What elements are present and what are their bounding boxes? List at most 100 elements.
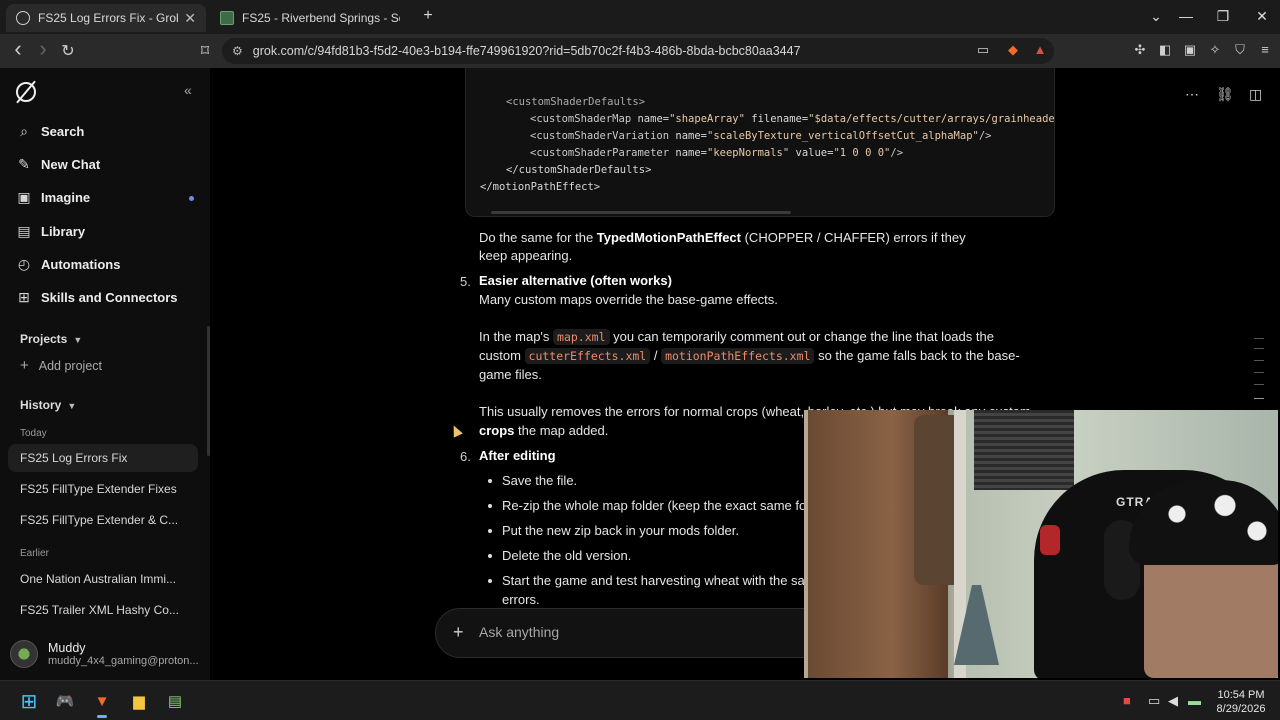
step-title: Easier alternative (often works) — [479, 273, 672, 288]
paragraph: custom cutterEffects.xml / motionPathEff… — [479, 348, 1020, 364]
paragraph: Do the same for the TypedMotionPathEffec… — [479, 230, 966, 245]
reload-button[interactable]: ↻ — [58, 41, 78, 61]
history-item[interactable]: FS25 Log Errors Fix — [8, 444, 198, 472]
new-tab-button[interactable]: + — [418, 7, 438, 25]
wallet-icon[interactable]: ▣ — [1182, 42, 1198, 58]
projects-header[interactable]: Projects ▼ — [20, 332, 82, 346]
sidebar-item-label: Imagine — [41, 189, 91, 205]
browser-tab-strip: FS25 Log Errors Fix - Grok ✕ FS25 - Rive… — [0, 0, 1280, 34]
more-options-icon[interactable]: ⋯ — [1185, 86, 1199, 103]
leo-ai-icon[interactable]: ✧ — [1207, 42, 1223, 58]
sidebar-item-skills[interactable]: ⊞ Skills and Connectors — [16, 286, 177, 308]
paragraph-cont: keep appearing. — [479, 248, 573, 263]
notepad-icon[interactable]: ▤ — [162, 688, 188, 714]
history-item[interactable]: FS25 FillType Extender & C... — [8, 506, 198, 534]
tab-riverbend[interactable]: FS25 - Riverbend Springs - Squigglze — [210, 4, 410, 32]
forward-button[interactable]: › — [33, 36, 53, 62]
minimap-mark — [1254, 360, 1264, 361]
connectors-icon: ⊞ — [18, 288, 30, 305]
code-line: <customShaderDefaults> — [506, 96, 646, 108]
game-controller-icon[interactable]: 🎮 — [52, 688, 78, 714]
collapse-sidebar-icon[interactable]: « — [184, 82, 192, 98]
site-settings-icon[interactable]: ⚙ — [232, 44, 243, 58]
minimap-mark — [1254, 348, 1264, 349]
vpn-icon[interactable]: ⛉ — [1232, 42, 1248, 58]
cast-icon[interactable]: ▭ — [975, 42, 991, 58]
list-item: Re-zip the whole map folder (keep the ex… — [502, 498, 807, 513]
close-window-button[interactable]: ✕ — [1252, 8, 1272, 25]
bullet-dot — [488, 529, 492, 533]
tab-title: FS25 Log Errors Fix - Grok — [38, 11, 179, 25]
list-number: 6. — [460, 449, 471, 464]
inline-code: motionPathEffects.xml — [661, 348, 815, 364]
minimap-mark — [1254, 338, 1264, 339]
search-icon: ⌕ — [20, 122, 28, 139]
code-block: <customShaderDefaults> <customShaderMap … — [465, 68, 1055, 217]
grok-logo-icon[interactable] — [16, 82, 36, 102]
bullet-dot — [488, 479, 492, 483]
sidebar-item-label: New Chat — [41, 156, 101, 172]
browser-toolbar: ‹ › ↻ ⌑ ⚙ grok.com/c/94fd81b3-f5d2-40e3-… — [0, 34, 1280, 68]
tab-search-dropdown-icon[interactable]: ⌄ — [1146, 8, 1166, 25]
tab-close-icon[interactable]: ✕ — [184, 10, 196, 27]
sidebar-item-new-chat[interactable]: ✎ New Chat — [16, 153, 100, 175]
battery-icon[interactable]: ▬ — [1188, 693, 1201, 708]
bullet-dot — [488, 579, 492, 583]
new-indicator-dot — [189, 196, 194, 201]
windows-start-icon[interactable]: ⊞ — [16, 688, 42, 714]
sidebar-item-label: Search — [41, 123, 85, 139]
share-link-icon[interactable]: ⛓ — [1216, 86, 1234, 103]
panel-toggle-icon[interactable]: ◫ — [1249, 86, 1262, 103]
webcam-overlay: GTRAC — [804, 410, 1278, 678]
volume-icon[interactable]: ◀ — [1168, 693, 1178, 709]
step-title: After editing — [479, 448, 556, 463]
extensions-icon[interactable]: ✣ — [1132, 42, 1148, 58]
inline-code: map.xml — [553, 329, 610, 345]
brave-browser-icon[interactable]: ▼ — [89, 688, 115, 718]
webcam-blind — [974, 410, 1074, 490]
code-line: <customShaderParameter name="keepNormals… — [530, 147, 904, 159]
history-item[interactable]: FS25 Trailer XML Hashy Co... — [8, 596, 198, 624]
code-line: <customShaderMap name="shapeArray" filen… — [530, 113, 1055, 125]
minimize-button[interactable]: — — [1176, 8, 1196, 24]
list-item: Save the file. — [502, 473, 578, 488]
sidebar-item-imagine[interactable]: ▣ Imagine — [16, 186, 90, 208]
list-item: Start the game and test harvesting wheat… — [502, 573, 805, 588]
brave-shields-icon[interactable]: ◆ — [1005, 42, 1021, 58]
code-horizontal-scrollbar[interactable] — [491, 211, 791, 214]
history-item[interactable]: One Nation Australian Immi... — [8, 565, 198, 593]
code-line: </motionPathEffect> — [480, 181, 601, 193]
network-icon[interactable]: ▭ — [1148, 693, 1160, 709]
url-text: grok.com/c/94fd81b3-f5d2-40e3-b194-ffe74… — [252, 44, 801, 58]
list-item: Delete the old version. — [502, 548, 632, 563]
system-clock[interactable]: 10:54 PM 8/29/2026 — [1208, 688, 1274, 716]
brave-rewards-icon[interactable]: ▲ — [1032, 42, 1048, 58]
list-item-cont: errors. — [502, 592, 540, 607]
bullet-dot — [488, 504, 492, 508]
attach-plus-icon[interactable]: + — [453, 622, 464, 643]
minimap-mark — [1254, 384, 1264, 385]
sidebar-scrollbar[interactable] — [207, 326, 210, 456]
tray-app-icon[interactable]: ■ — [1123, 693, 1131, 708]
sidebar-item-automations[interactable]: ◴ Automations — [16, 253, 121, 275]
today-label: Today — [20, 428, 47, 439]
history-header[interactable]: History ▼ — [20, 398, 76, 412]
code-line: <customShaderVariation name="scaleByText… — [530, 130, 992, 142]
user-profile[interactable]: Muddy muddy_4x4_gaming@proton... — [10, 640, 200, 668]
restore-button[interactable]: ❐ — [1213, 8, 1233, 25]
paragraph: In the map's map.xml you can temporarily… — [479, 329, 994, 345]
bookmark-button[interactable]: ⌑ — [195, 41, 215, 61]
add-project-button[interactable]: + Add project — [20, 357, 102, 374]
sidebar-toggle-icon[interactable]: ◧ — [1157, 42, 1173, 58]
menu-icon[interactable]: ≡ — [1257, 42, 1273, 58]
tab-grok[interactable]: FS25 Log Errors Fix - Grok ✕ — [6, 4, 206, 32]
history-item[interactable]: FS25 FillType Extender Fixes — [8, 475, 198, 503]
projects-label: Projects — [20, 332, 68, 346]
sidebar-item-search[interactable]: ⌕ Search — [16, 120, 84, 142]
sidebar-item-library[interactable]: ▤ Library — [16, 220, 85, 242]
back-button[interactable]: ‹ — [8, 36, 28, 62]
address-bar[interactable]: ⚙ grok.com/c/94fd81b3-f5d2-40e3-b194-ffe… — [222, 38, 1054, 64]
clock-date: 8/29/2026 — [1216, 703, 1266, 715]
grok-favicon-icon — [16, 11, 30, 25]
file-explorer-icon[interactable]: ▆ — [126, 688, 152, 714]
